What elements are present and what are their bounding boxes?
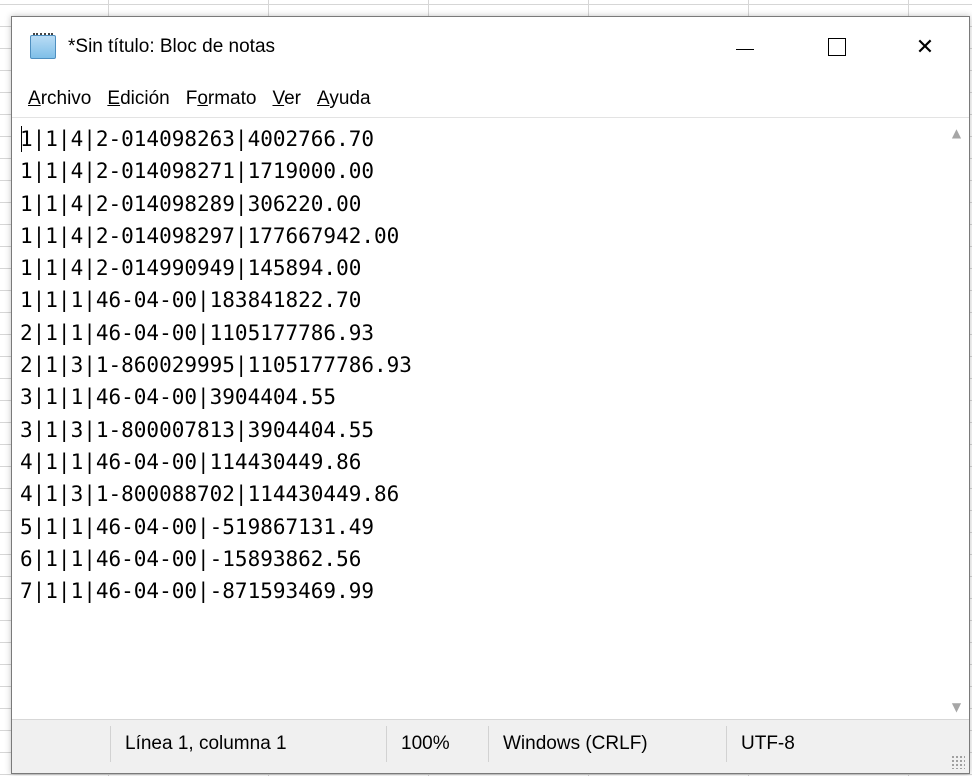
menu-edicion[interactable]: Edición <box>99 88 177 110</box>
minimize-button[interactable] <box>713 17 777 77</box>
scroll-down-button[interactable]: ▼ <box>944 694 969 719</box>
status-cell-empty <box>12 726 110 762</box>
menu-formato[interactable]: Formato <box>178 88 265 110</box>
editor-content[interactable]: 1|1|4|2-014098263|4002766.70 1|1|4|2-014… <box>20 123 412 607</box>
window-title: *Sin título: Bloc de notas <box>68 36 276 57</box>
status-line-ending: Windows (CRLF) <box>488 726 726 762</box>
notepad-icon <box>30 33 56 59</box>
resize-grip[interactable] <box>951 755 965 769</box>
menu-ayuda[interactable]: Ayuda <box>309 88 379 110</box>
close-icon: ✕ <box>915 34 935 60</box>
maximize-button[interactable] <box>805 17 869 77</box>
scroll-up-button[interactable]: ▲ <box>944 120 969 145</box>
text-caret <box>21 126 22 152</box>
menu-ver[interactable]: Ver <box>264 88 309 110</box>
minimize-icon <box>736 48 754 50</box>
notepad-window: *Sin título: Bloc de notas ✕ Archivo Edi… <box>11 16 970 774</box>
status-bar: Línea 1, columna 1 100% Windows (CRLF) U… <box>12 719 969 773</box>
status-zoom: 100% <box>386 726 488 762</box>
menu-archivo[interactable]: Archivo <box>12 88 99 110</box>
title-bar[interactable]: *Sin título: Bloc de notas ✕ <box>12 17 969 77</box>
menu-bar: Archivo Edición Formato Ver Ayuda <box>12 83 969 115</box>
maximize-icon <box>828 38 846 56</box>
close-button[interactable]: ✕ <box>893 17 957 77</box>
vertical-scrollbar[interactable]: ▲ ▼ <box>944 118 969 721</box>
scroll-down-icon: ▼ <box>951 699 962 714</box>
scroll-up-icon: ▲ <box>951 125 962 140</box>
status-cursor-position: Línea 1, columna 1 <box>110 726 386 762</box>
text-editor[interactable]: 1|1|4|2-014098263|4002766.70 1|1|4|2-014… <box>12 117 969 721</box>
status-encoding: UTF-8 <box>726 726 946 762</box>
